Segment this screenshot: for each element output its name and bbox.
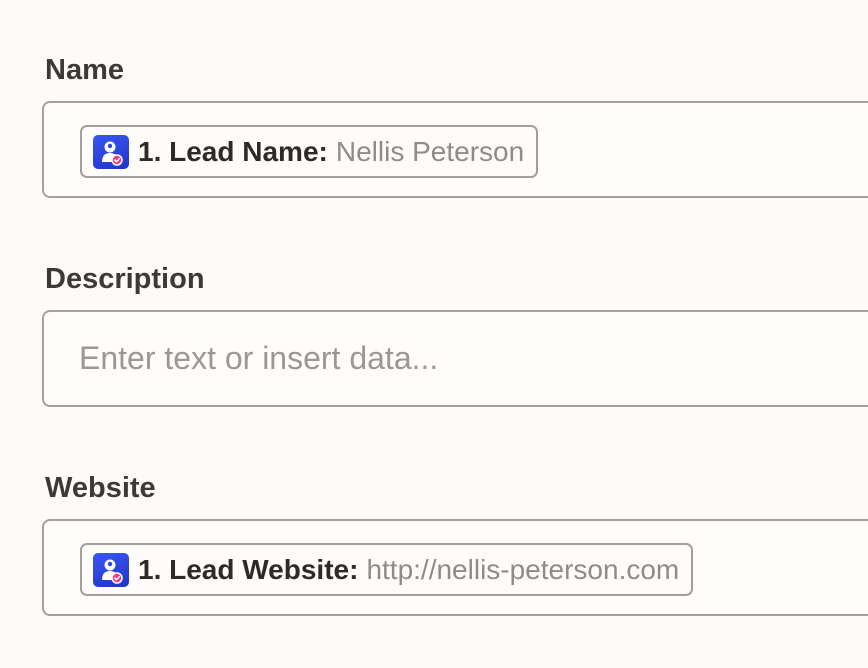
lead-website-token[interactable]: 1. Lead Website: http://nellis-peterson.…	[80, 543, 694, 596]
website-field-label: Website	[45, 472, 156, 504]
description-input[interactable]: Enter text or insert data...	[42, 310, 868, 407]
lead-name-token[interactable]: 1. Lead Name: Nellis Peterson	[80, 125, 539, 178]
name-field-label: Name	[45, 54, 124, 86]
name-input[interactable]: 1. Lead Name: Nellis Peterson	[42, 101, 868, 198]
lead-website-token-key: 1. Lead Website:	[138, 553, 359, 585]
lead-website-token-value: http://nellis-peterson.com	[366, 553, 680, 585]
lead-name-token-value: Nellis Peterson	[335, 135, 525, 167]
lead-name-token-key: 1. Lead Name:	[138, 135, 328, 167]
lead-app-icon	[93, 134, 129, 169]
website-input[interactable]: 1. Lead Website: http://nellis-peterson.…	[42, 519, 868, 616]
description-placeholder: Enter text or insert data...	[79, 340, 439, 376]
description-field-label: Description	[45, 263, 205, 295]
lead-app-icon	[93, 552, 129, 587]
